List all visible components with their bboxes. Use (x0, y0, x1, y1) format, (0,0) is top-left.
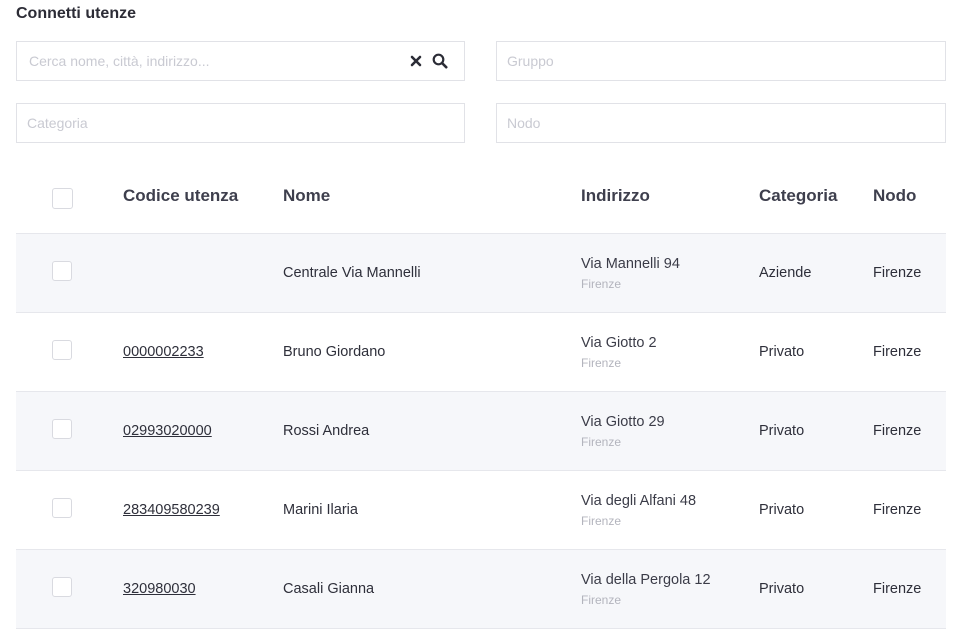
address-city: Firenze (581, 276, 622, 291)
row-checkbox[interactable] (52, 419, 72, 439)
nome-cell: Casali Gianna (283, 581, 375, 597)
header-nodo[interactable]: Nodo (873, 158, 916, 234)
address-line: Via degli Alfani 48 (581, 492, 697, 509)
select-all-checkbox[interactable] (52, 188, 73, 209)
search-input[interactable] (17, 42, 464, 80)
table-row[interactable]: 320980030 Casali Gianna Via della Pergol… (16, 550, 946, 629)
codice-link[interactable]: 283409580239 (123, 502, 220, 518)
address-city: Firenze (581, 592, 622, 607)
nodo-field (496, 103, 946, 143)
categoria-cell: Privato (759, 344, 805, 360)
row-checkbox[interactable] (52, 577, 72, 597)
codice-link[interactable]: 02993020000 (123, 423, 212, 439)
nome-cell: Marini Ilaria (283, 502, 358, 518)
categoria-select[interactable] (17, 104, 464, 142)
table-row[interactable]: Centrale Via Mannelli Via Mannelli 94 Fi… (16, 234, 946, 313)
header-indirizzo[interactable]: Indirizzo (581, 158, 650, 234)
codice-cell: 02993020000 (123, 392, 212, 470)
indirizzo-cell: Via Giotto 2 Firenze (581, 313, 657, 391)
nome-cell: Rossi Andrea (283, 423, 370, 439)
indirizzo-cell: Via della Pergola 12 Firenze (581, 550, 711, 628)
row-checkbox[interactable] (52, 261, 72, 281)
header-codice[interactable]: Codice utenza (123, 158, 238, 234)
page-title: Connetti utenze (16, 5, 136, 22)
table-row[interactable]: 02993020000 Rossi Andrea Via Giotto 29 F… (16, 392, 946, 471)
indirizzo-cell: Via Mannelli 94 Firenze (581, 234, 680, 312)
codice-cell: 283409580239 (123, 471, 220, 549)
header-nome[interactable]: Nome (283, 158, 330, 234)
header-categoria[interactable]: Categoria (759, 158, 837, 234)
nodo-select[interactable] (497, 104, 945, 142)
table-header: Codice utenza Nome Indirizzo Categoria N… (16, 158, 946, 234)
search-field (16, 41, 465, 81)
table-row[interactable]: 283409580239 Marini Ilaria Via degli Alf… (16, 471, 946, 550)
table-row[interactable]: 0000002233 Bruno Giordano Via Giotto 2 F… (16, 313, 946, 392)
close-icon[interactable] (410, 55, 422, 67)
address-line: Via della Pergola 12 (581, 571, 711, 588)
nodo-cell: Firenze (873, 265, 922, 281)
codice-link[interactable]: 0000002233 (123, 344, 204, 360)
categoria-cell: Privato (759, 423, 805, 439)
address-city: Firenze (581, 355, 622, 370)
address-line: Via Giotto 2 (581, 334, 657, 351)
nodo-cell: Firenze (873, 581, 922, 597)
codice-cell: 320980030 (123, 550, 196, 628)
indirizzo-cell: Via Giotto 29 Firenze (581, 392, 665, 470)
categoria-cell: Privato (759, 581, 805, 597)
address-line: Via Giotto 29 (581, 413, 665, 430)
nodo-cell: Firenze (873, 502, 922, 518)
gruppo-select[interactable] (497, 42, 945, 80)
codice-link[interactable]: 320980030 (123, 581, 196, 597)
categoria-cell: Aziende (759, 265, 812, 281)
categoria-field (16, 103, 465, 143)
address-city: Firenze (581, 513, 622, 528)
address-line: Via Mannelli 94 (581, 255, 680, 272)
nome-cell: Bruno Giordano (283, 344, 386, 360)
address-city: Firenze (581, 434, 622, 449)
gruppo-field (496, 41, 946, 81)
nodo-cell: Firenze (873, 344, 922, 360)
nome-cell: Centrale Via Mannelli (283, 265, 421, 281)
search-icon[interactable] (432, 53, 448, 69)
nodo-cell: Firenze (873, 423, 922, 439)
categoria-cell: Privato (759, 502, 805, 518)
row-checkbox[interactable] (52, 340, 72, 360)
codice-cell: 0000002233 (123, 313, 204, 391)
indirizzo-cell: Via degli Alfani 48 Firenze (581, 471, 696, 549)
row-checkbox[interactable] (52, 498, 72, 518)
